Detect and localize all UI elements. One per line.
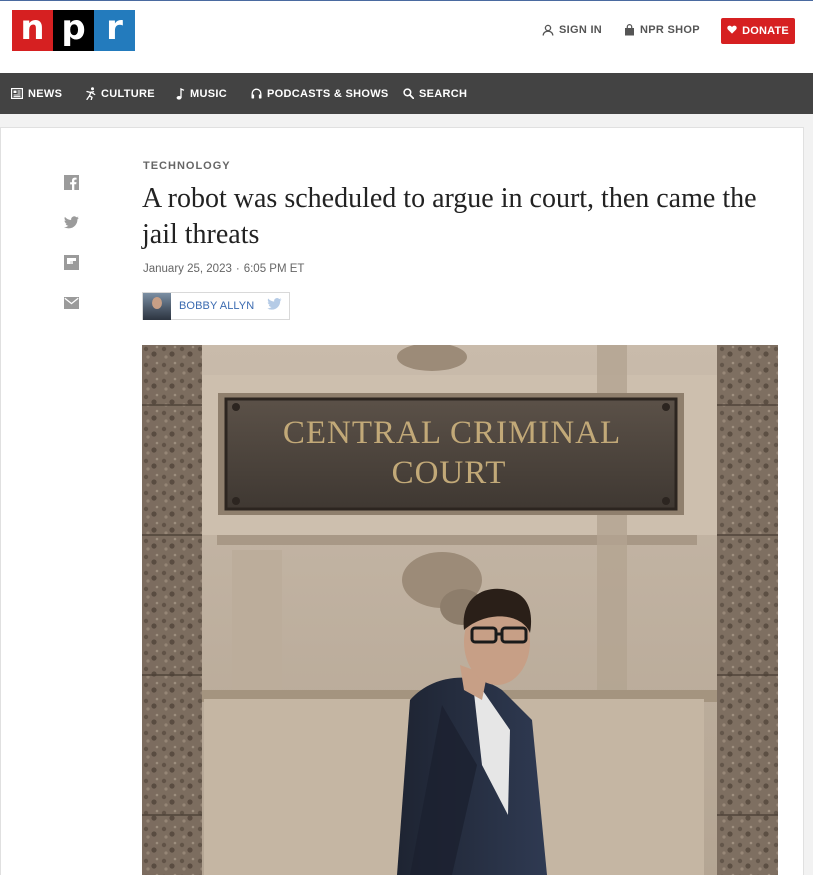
nav-item-search[interactable]: SEARCH [403, 73, 467, 114]
news-icon [11, 88, 23, 99]
date-separator: · [235, 263, 240, 275]
sign-in-label: SIGN IN [559, 24, 603, 36]
headphones-icon [251, 88, 262, 99]
share-twitter-button[interactable] [63, 216, 79, 234]
share-facebook-button[interactable] [63, 175, 79, 195]
logo-letter-r: r [94, 10, 135, 51]
facebook-icon [63, 175, 79, 195]
npr-logo[interactable]: n p r [12, 10, 135, 51]
nav-label-music: MUSIC [190, 87, 227, 100]
twitter-icon [63, 216, 79, 234]
logo-letter-n: n [12, 10, 53, 51]
article-dateline: January 25, 2023 · 6:05 PM ET [143, 263, 304, 275]
share-email-button[interactable] [63, 297, 79, 313]
nav-item-music[interactable]: MUSIC [176, 73, 227, 114]
music-icon [176, 87, 185, 100]
npr-shop-link[interactable]: NPR SHOP [624, 24, 700, 36]
plaque-line-2: COURT [392, 455, 507, 491]
nav-item-podcasts-shows[interactable]: PODCASTS & SHOWS [251, 73, 389, 114]
article-time: 6:05 PM ET [243, 263, 305, 275]
main-nav: NEWS CULTURE MUSIC PODCASTS & SHOWS SEAR… [0, 73, 813, 114]
email-icon [63, 296, 79, 314]
shop-label: NPR SHOP [640, 24, 700, 36]
lead-photo[interactable]: CENTRAL CRIMINAL COURT [142, 345, 778, 875]
heart-icon [727, 25, 737, 37]
share-flipboard-button[interactable] [63, 255, 79, 275]
section-label[interactable]: TECHNOLOGY [143, 160, 231, 172]
nav-label-news: NEWS [28, 87, 63, 100]
nav-label-search: SEARCH [419, 87, 468, 100]
flipboard-icon [63, 255, 79, 275]
avatar [143, 292, 171, 320]
nav-item-news[interactable]: NEWS [11, 73, 62, 114]
article-headline: A robot was scheduled to argue in court,… [142, 183, 757, 250]
logo-letter-p: p [53, 10, 94, 51]
user-icon [542, 24, 554, 36]
donate-label: DONATE [742, 25, 789, 37]
plaque-line-1: CENTRAL CRIMINAL [283, 415, 621, 451]
author-twitter-icon[interactable] [267, 297, 282, 315]
author-name[interactable]: BOBBY ALLYN [179, 300, 254, 312]
sign-in-link[interactable]: SIGN IN [542, 24, 602, 36]
shopping-bag-icon [624, 24, 635, 36]
nav-item-culture[interactable]: CULTURE [86, 73, 155, 114]
site-header: n p r SIGN IN NPR SHOP DONATE [0, 0, 813, 73]
culture-icon [86, 87, 96, 100]
nav-label-podcasts-shows: PODCASTS & SHOWS [267, 87, 389, 100]
author-byline[interactable]: BOBBY ALLYN [142, 292, 290, 320]
article-date: January 25, 2023 [143, 263, 232, 275]
nav-label-culture: CULTURE [101, 87, 155, 100]
donate-button[interactable]: DONATE [721, 18, 795, 44]
search-icon [403, 88, 414, 99]
